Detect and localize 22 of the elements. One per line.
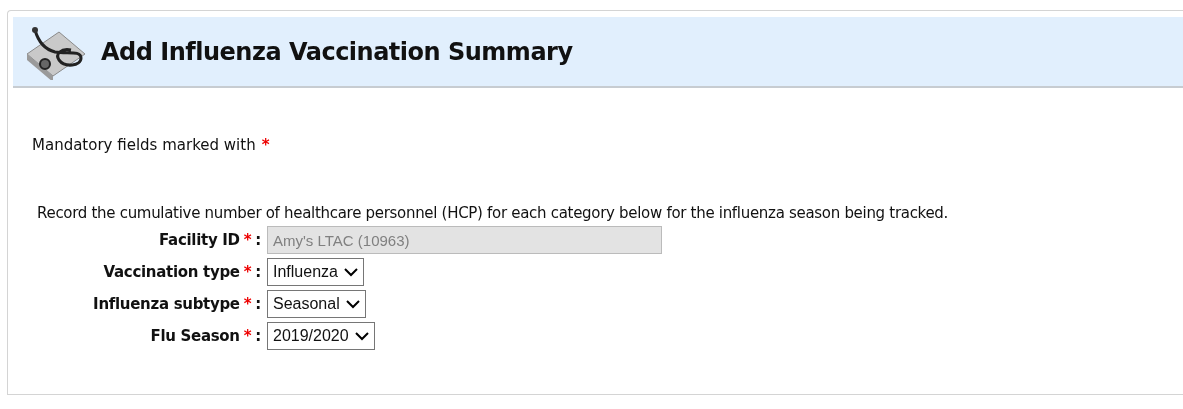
chevron-down-icon: [343, 267, 358, 277]
field-label: Facility ID: [159, 231, 240, 249]
field-label: Influenza subtype: [93, 295, 240, 313]
label-colon: :: [255, 295, 261, 313]
page-title: Add Influenza Vaccination Summary: [101, 37, 573, 66]
field-label: Flu Season: [150, 327, 240, 345]
dropdown-select[interactable]: 2019/2020: [267, 322, 375, 350]
label-colon: :: [255, 327, 261, 345]
chevron-down-icon: [354, 331, 369, 341]
required-asterisk: *: [243, 263, 252, 281]
label-colon: :: [255, 263, 261, 281]
required-asterisk: *: [243, 231, 252, 249]
required-asterisk: *: [243, 327, 252, 345]
dropdown-select[interactable]: Seasonal: [267, 290, 366, 318]
instructions-text: Record the cumulative number of healthcare personnel (HCP) for each category below for the influenza season being tracked.: [37, 204, 950, 222]
mandatory-note: Mandatory fields marked with: [32, 136, 256, 154]
label-colon: :: [255, 231, 261, 249]
dropdown-select[interactable]: Influenza: [267, 258, 364, 286]
required-asterisk: *: [261, 136, 270, 154]
chevron-down-icon: [345, 299, 360, 309]
field-label: Vaccination type: [103, 263, 240, 281]
required-asterisk: *: [243, 295, 252, 313]
